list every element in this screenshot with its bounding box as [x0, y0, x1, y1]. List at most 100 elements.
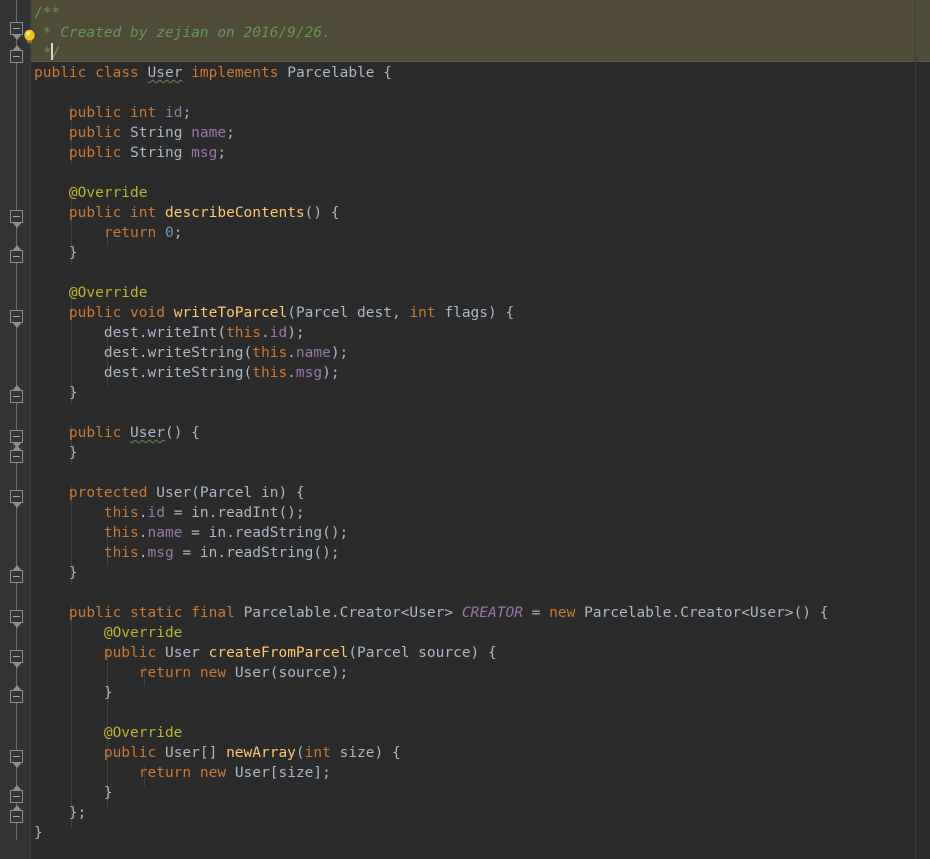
code-line-8[interactable]: public String msg; — [31, 143, 226, 163]
code-line-18[interactable]: dest.writeString(this.name); — [31, 343, 348, 363]
fold-marker-ctor-end[interactable] — [10, 445, 23, 463]
code-token: public — [68, 105, 122, 121]
code-line-28[interactable]: this.msg = in.readString(); — [31, 543, 340, 563]
code-line-3[interactable]: */ — [31, 43, 60, 63]
fold-marker-newarray-end[interactable] — [10, 785, 23, 803]
code-line-15[interactable]: @Override — [31, 283, 148, 303]
code-line-26[interactable]: this.id = in.readInt(); — [31, 503, 305, 523]
code-line-21[interactable] — [31, 403, 43, 423]
code-line-9[interactable] — [31, 163, 43, 183]
code-surface[interactable]: /** * Created by zejian on 2016/9/26. */… — [31, 0, 930, 859]
code-token: User[] — [164, 745, 227, 761]
code-line-31[interactable]: public static final Parcelable.Creator<U… — [31, 603, 829, 623]
fold-marker-describe-end[interactable] — [10, 245, 23, 263]
code-line-6[interactable]: public int id; — [31, 103, 191, 123]
code-line-22[interactable]: public User() { — [31, 423, 200, 443]
code-editor[interactable]: /** * Created by zejian on 2016/9/26. */… — [0, 0, 930, 859]
fold-marker-javadoc-end[interactable] — [10, 45, 23, 63]
fold-marker-write-end[interactable] — [10, 385, 23, 403]
code-line-19[interactable]: dest.writeString(this.msg); — [31, 363, 340, 383]
code-line-20[interactable]: } — [31, 383, 78, 403]
code-token: public — [103, 645, 157, 661]
code-line-37[interactable]: @Override — [31, 723, 183, 743]
code-line-40[interactable]: } — [31, 783, 113, 803]
code-line-14[interactable] — [31, 263, 43, 283]
code-line-5[interactable] — [31, 83, 43, 103]
code-line-12[interactable]: return 0; — [31, 223, 183, 243]
code-token: . — [287, 365, 296, 381]
fold-marker-pctor-end[interactable] — [10, 565, 23, 583]
fold-marker-newarray-start[interactable] — [10, 750, 23, 768]
code-line-11[interactable]: public int describeContents() { — [31, 203, 340, 223]
code-token: static — [130, 605, 183, 621]
code-line-24[interactable] — [31, 463, 43, 483]
code-token: public — [68, 205, 122, 221]
code-token: public — [68, 145, 122, 161]
code-line-36[interactable] — [31, 703, 43, 723]
code-line-2[interactable]: * Created by zejian on 2016/9/26. — [31, 23, 331, 43]
fold-marker-creator-start[interactable] — [10, 610, 23, 628]
code-line-23[interactable]: } — [31, 443, 78, 463]
code-line-38[interactable]: public User[] newArray(int size) { — [31, 743, 401, 763]
lightbulb-icon[interactable] — [22, 29, 37, 45]
code-token: final — [191, 605, 235, 621]
code-line-35[interactable]: } — [31, 683, 113, 703]
code-token: User — [156, 485, 192, 501]
fold-marker-write-start[interactable] — [10, 310, 23, 328]
code-line-30[interactable] — [31, 583, 43, 603]
code-token: dest.writeString( — [103, 345, 253, 361]
code-line-34[interactable]: return new User(source); — [31, 663, 349, 683]
code-token: { — [374, 65, 392, 81]
fold-marker-pctor-start[interactable] — [10, 490, 23, 508]
code-token: source) { — [409, 645, 497, 661]
code-token: (source); — [269, 665, 349, 681]
code-line-13[interactable]: } — [31, 243, 78, 263]
code-token: = in.readString(); — [173, 545, 340, 561]
code-line-25[interactable]: protected User(Parcel in) { — [31, 483, 305, 503]
code-token: ; — [226, 125, 235, 141]
code-token: public — [68, 305, 122, 321]
code-line-42[interactable]: } — [31, 823, 43, 843]
code-line-7[interactable]: public String name; — [31, 123, 235, 143]
fold-marker-create-end[interactable] — [10, 685, 23, 703]
editor-gutter-fold-column[interactable] — [0, 0, 31, 859]
code-token: } — [103, 785, 113, 801]
code-token: id — [269, 325, 288, 341]
code-line-41[interactable]: }; — [31, 803, 86, 823]
code-token: ( — [191, 485, 200, 501]
code-token: . — [260, 325, 270, 341]
code-line-32[interactable]: @Override — [31, 623, 183, 643]
fold-marker-describe-start[interactable] — [10, 210, 23, 228]
code-line-10[interactable]: @Override — [31, 183, 148, 203]
code-line-27[interactable]: this.name = in.readString(); — [31, 523, 348, 543]
code-token: ( — [348, 645, 358, 661]
code-token: = in.readInt(); — [164, 505, 305, 521]
code-line-39[interactable]: return new User[size]; — [31, 763, 331, 783]
code-line-16[interactable]: public void writeToParcel(Parcel dest, i… — [31, 303, 514, 323]
fold-marker-create-start[interactable] — [10, 650, 23, 668]
code-token: User — [130, 425, 165, 441]
code-line-33[interactable]: public User createFromParcel(Parcel sour… — [31, 643, 497, 663]
code-line-1[interactable]: /** — [31, 3, 60, 23]
code-token: public — [68, 125, 122, 141]
code-line-17[interactable]: dest.writeInt(this.id); — [31, 323, 305, 343]
fold-marker-creator-end[interactable] — [10, 805, 23, 823]
code-line-4[interactable]: public class User implements Parcelable … — [31, 63, 392, 83]
code-line-29[interactable]: } — [31, 563, 78, 583]
code-token: }; — [68, 805, 87, 821]
fold-marker-ctor-start[interactable] — [10, 430, 23, 448]
